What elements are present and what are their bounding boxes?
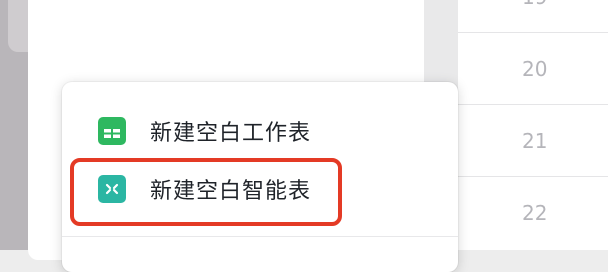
row-number[interactable]: 21 [458,104,608,176]
new-sheet-menu: 新建空白工作表 新建空白智能表 [62,82,458,272]
menu-item-new-smart-table[interactable]: 新建空白智能表 [62,161,458,217]
menu-item-label: 新建空白智能表 [150,179,312,204]
row-number[interactable]: 19 [458,0,608,32]
menu-item-label: 新建空白工作表 [150,121,312,146]
menu-divider [62,236,458,237]
smart-table-icon [98,175,126,203]
row-number[interactable]: 22 [458,176,608,248]
menu-item-new-worksheet[interactable]: 新建空白工作表 [62,103,458,159]
sheet-icon [98,117,126,145]
row-number[interactable]: 20 [458,32,608,104]
spreadsheet-row-header: 19 20 21 22 [458,0,608,250]
